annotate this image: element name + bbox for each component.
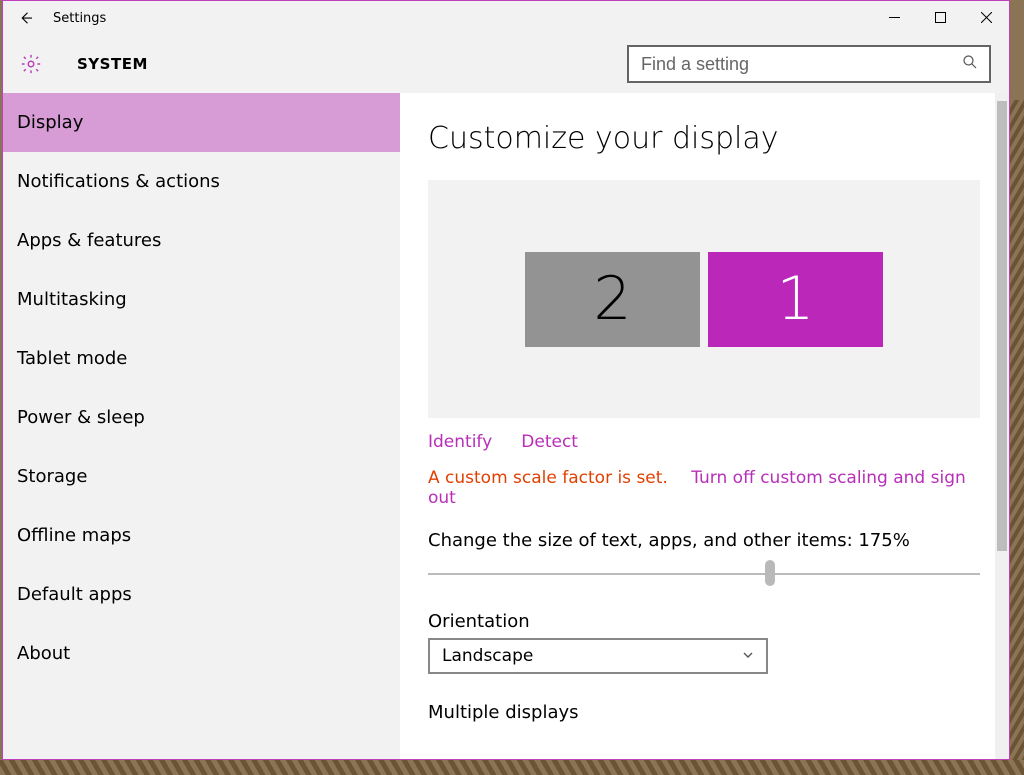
window-controls — [871, 1, 1009, 33]
body: Display Notifications & actions Apps & f… — [3, 93, 1009, 759]
scrollbar-thumb[interactable] — [997, 101, 1007, 551]
sidebar-item-label: Default apps — [17, 584, 132, 605]
scale-label: Change the size of text, apps, and other… — [428, 530, 980, 551]
orientation-select[interactable]: Landscape — [428, 638, 768, 674]
desktop-background-right — [1010, 100, 1024, 775]
sidebar-item-label: Offline maps — [17, 525, 131, 546]
header-bar: SYSTEM — [3, 35, 1009, 93]
scrollbar[interactable] — [995, 93, 1009, 759]
slider-thumb[interactable] — [765, 560, 775, 586]
orientation-label: Orientation — [428, 611, 980, 632]
close-button[interactable] — [963, 1, 1009, 33]
sidebar-item-label: Display — [17, 112, 83, 133]
settings-window: Settings SYSTEM — [2, 0, 1010, 760]
slider-track — [428, 573, 980, 575]
display-actions: Identify Detect — [428, 432, 980, 452]
minimize-button[interactable] — [871, 1, 917, 33]
sidebar-item-tablet-mode[interactable]: Tablet mode — [3, 329, 400, 388]
display-arrangement[interactable]: 2 1 — [428, 180, 980, 418]
chevron-down-icon — [742, 649, 754, 664]
scale-slider[interactable] — [428, 561, 980, 585]
titlebar[interactable]: Settings — [3, 1, 1009, 35]
sidebar-item-label: Storage — [17, 466, 87, 487]
identify-link[interactable]: Identify — [428, 432, 492, 452]
warning-text: A custom scale factor is set. — [428, 468, 668, 488]
sidebar-item-offline-maps[interactable]: Offline maps — [3, 506, 400, 565]
orientation-value: Landscape — [442, 646, 533, 666]
sidebar-item-about[interactable]: About — [3, 624, 400, 683]
sidebar-item-label: Power & sleep — [17, 407, 145, 428]
page-heading: Customize your display — [428, 121, 980, 156]
sidebar-item-default-apps[interactable]: Default apps — [3, 565, 400, 624]
gear-icon — [19, 52, 43, 76]
custom-scale-warning: A custom scale factor is set. Turn off c… — [428, 468, 980, 508]
sidebar-item-notifications[interactable]: Notifications & actions — [3, 152, 400, 211]
window-title: Settings — [53, 11, 106, 26]
multiple-displays-label: Multiple displays — [428, 702, 980, 723]
detect-link[interactable]: Detect — [521, 432, 578, 452]
sidebar-item-multitasking[interactable]: Multitasking — [3, 270, 400, 329]
sidebar-item-storage[interactable]: Storage — [3, 447, 400, 506]
section-title: SYSTEM — [77, 55, 148, 73]
sidebar-item-display[interactable]: Display — [3, 93, 400, 152]
search-icon — [961, 53, 979, 75]
sidebar-item-label: About — [17, 643, 70, 664]
search-input[interactable] — [639, 53, 961, 76]
maximize-button[interactable] — [917, 1, 963, 33]
back-button[interactable] — [3, 1, 49, 35]
sidebar-item-power-sleep[interactable]: Power & sleep — [3, 388, 400, 447]
content-pane: Customize your display 2 1 Identify Dete… — [400, 93, 1009, 759]
scale-value: 175% — [858, 530, 909, 551]
desktop-background-bottom — [0, 760, 1024, 775]
sidebar: Display Notifications & actions Apps & f… — [3, 93, 400, 759]
sidebar-item-label: Multitasking — [17, 289, 127, 310]
monitor-label: 2 — [593, 264, 631, 334]
monitor-label: 1 — [776, 264, 814, 334]
search-box[interactable] — [627, 45, 991, 83]
sidebar-item-label: Notifications & actions — [17, 171, 220, 192]
sidebar-item-label: Tablet mode — [17, 348, 127, 369]
sidebar-item-label: Apps & features — [17, 230, 161, 251]
monitor-2[interactable]: 2 — [525, 252, 700, 347]
sidebar-item-apps-features[interactable]: Apps & features — [3, 211, 400, 270]
monitor-1[interactable]: 1 — [708, 252, 883, 347]
